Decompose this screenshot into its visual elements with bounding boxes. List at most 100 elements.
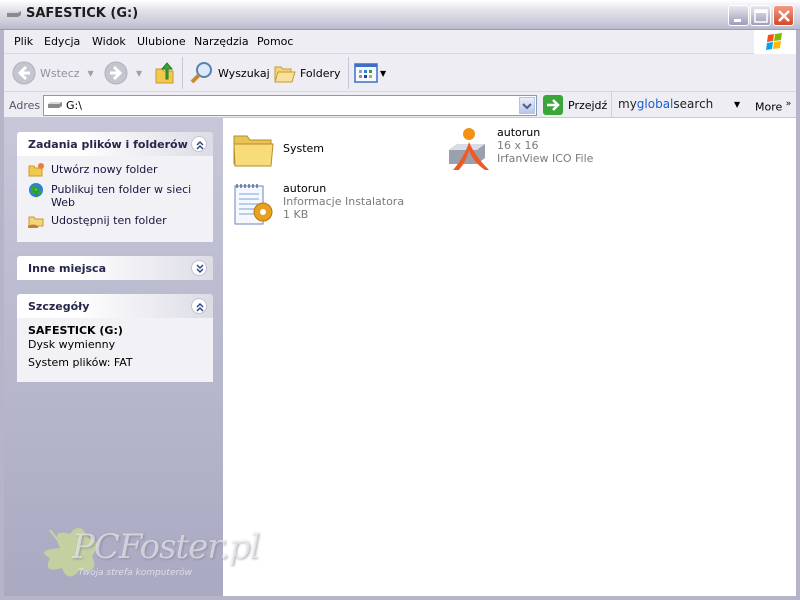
- new-folder-icon: [28, 163, 44, 177]
- tasks-panel-header[interactable]: Zadania plików i folderów: [17, 132, 213, 156]
- minimize-icon: [734, 19, 741, 22]
- setup-info-icon: [234, 184, 273, 225]
- address-separator: [611, 92, 612, 118]
- file-item-system-folder[interactable]: System: [231, 126, 324, 174]
- forward-arrow-icon: [104, 61, 128, 85]
- address-input[interactable]: G:\: [43, 95, 537, 116]
- search-label: Wyszukaj: [218, 66, 270, 80]
- details-drive-type: Dysk wymienny: [28, 338, 116, 351]
- task-new-folder[interactable]: Utwórz nowy folder: [28, 162, 203, 178]
- task-share-folder[interactable]: Udostępnij ten folder: [28, 213, 203, 229]
- other-places-header[interactable]: Inne miejsca: [17, 256, 213, 280]
- task-label: Publikuj ten folder w sieci Web: [51, 183, 192, 209]
- file-type: IrfanView ICO File: [497, 152, 594, 165]
- file-name: autorun: [283, 182, 327, 195]
- close-button[interactable]: [773, 5, 794, 26]
- file-item-autorun-inf[interactable]: autorun Informacje Instalatora 1 KB: [231, 182, 404, 230]
- myglobalsearch-dropdown-icon[interactable]: ▼: [734, 100, 740, 109]
- brand-my: my: [618, 97, 637, 111]
- watermark-tagline: Twoja strefa komputerów: [78, 568, 193, 578]
- file-name: autorun: [497, 126, 541, 139]
- menu-bar: Plik Edycja Widok Ulubione Narzędzia Pom…: [4, 30, 796, 54]
- watermark-text: PCFoster.pl: [72, 527, 260, 567]
- task-label: Udostępnij ten folder: [51, 214, 167, 227]
- more-button[interactable]: More »: [755, 99, 791, 114]
- window-bottom-border: [0, 596, 800, 600]
- toolbar-separator: [182, 57, 183, 89]
- irfanview-ico-icon: [449, 128, 489, 170]
- folders-label: Foldery: [300, 66, 341, 80]
- views-dropdown-icon: ▼: [380, 68, 387, 78]
- go-arrow-icon: [543, 95, 563, 115]
- folders-icon: [274, 66, 296, 83]
- chevron-up-double-icon: [196, 140, 204, 150]
- share-folder-icon: [28, 216, 44, 228]
- drive-icon: [48, 102, 62, 108]
- up-folder-button[interactable]: [154, 60, 176, 86]
- file-item-autorun-ico[interactable]: autorun 16 x 16 IrfanView ICO File: [445, 126, 593, 174]
- details-filesystem: System plików: FAT: [28, 356, 133, 369]
- file-size: 1 KB: [283, 208, 309, 221]
- folder-icon: [233, 135, 274, 167]
- publish-web-icon: [29, 183, 43, 198]
- search-button[interactable]: Wyszukaj: [190, 60, 270, 86]
- back-label: Wstecz: [40, 66, 80, 80]
- go-label: Przejdź: [568, 98, 608, 112]
- file-dimensions: 16 x 16: [497, 139, 539, 152]
- task-label: Utwórz nowy folder: [51, 163, 158, 176]
- menu-pomoc[interactable]: Pomoc: [257, 35, 293, 48]
- details-panel: Szczegóły SAFESTICK (G:) Dysk wymienny S…: [17, 294, 213, 382]
- tasks-panel-title: Zadania plików i folderów: [28, 138, 188, 151]
- expand-button[interactable]: [191, 260, 207, 276]
- double-chevron-icon: »: [785, 99, 792, 109]
- search-magnifier-icon: [190, 62, 212, 84]
- details-panel-title: Szczegóły: [28, 300, 90, 313]
- other-places-title: Inne miejsca: [28, 262, 106, 275]
- menu-plik[interactable]: Plik: [14, 35, 33, 48]
- removable-drive-icon: [7, 11, 21, 17]
- back-arrow-icon: [12, 61, 36, 85]
- address-bar: Adres G:\ Przejdź myglobalsearch ▼ More …: [4, 92, 796, 118]
- maximize-button[interactable]: [750, 5, 771, 26]
- views-button[interactable]: ▼: [354, 60, 386, 86]
- views-grid-icon: [354, 63, 378, 83]
- close-icon: [778, 10, 790, 22]
- menu-edycja[interactable]: Edycja: [44, 35, 80, 48]
- collapse-button[interactable]: [191, 298, 207, 314]
- maximize-icon: [754, 9, 768, 23]
- chevron-down-icon: [522, 103, 532, 110]
- task-publish-web[interactable]: Publikuj ten folder w sieci Web: [28, 182, 203, 209]
- folders-button[interactable]: Foldery: [274, 60, 341, 86]
- toolbar-separator: [348, 57, 349, 89]
- up-folder-icon: [155, 62, 174, 84]
- more-label: More: [755, 100, 783, 114]
- brand-global: global: [636, 97, 674, 111]
- menu-widok[interactable]: Widok: [92, 35, 126, 48]
- window-title: SAFESTICK (G:): [26, 6, 139, 21]
- file-name: System: [283, 142, 325, 155]
- myglobalsearch-button[interactable]: myglobalsearch: [618, 97, 713, 111]
- forward-dropdown-icon[interactable]: ▼: [136, 69, 142, 78]
- address-dropdown-button[interactable]: [519, 97, 535, 114]
- go-button[interactable]: Przejdź: [543, 95, 607, 115]
- address-label: Adres: [9, 99, 41, 112]
- file-type: Informacje Instalatora: [283, 195, 405, 208]
- title-bar[interactable]: SAFESTICK (G:): [0, 0, 800, 30]
- chevron-up-double-icon: [196, 302, 204, 312]
- forward-button[interactable]: ▼: [104, 60, 142, 86]
- windows-logo: [754, 30, 796, 54]
- toolbar: Wstecz ▼ ▼ Wyszukaj Foldery ▼: [4, 54, 796, 92]
- details-panel-header[interactable]: Szczegóły: [17, 294, 213, 318]
- chevron-down-double-icon: [196, 264, 204, 274]
- file-list-view[interactable]: System autorun 16 x 16 IrfanView ICO Fil…: [223, 118, 796, 596]
- back-button[interactable]: Wstecz ▼: [12, 60, 94, 86]
- file-folder-tasks-panel: Zadania plików i folderów Utwórz nowy fo…: [17, 132, 213, 242]
- other-places-panel: Inne miejsca: [17, 256, 213, 280]
- address-value: G:\: [66, 99, 82, 112]
- windows-flag-icon: [766, 33, 782, 50]
- collapse-button[interactable]: [191, 136, 207, 152]
- back-dropdown-icon[interactable]: ▼: [88, 69, 94, 78]
- menu-narzedzia[interactable]: Narzędzia: [194, 35, 249, 48]
- menu-ulubione[interactable]: Ulubione: [137, 35, 186, 48]
- minimize-button[interactable]: [728, 5, 749, 26]
